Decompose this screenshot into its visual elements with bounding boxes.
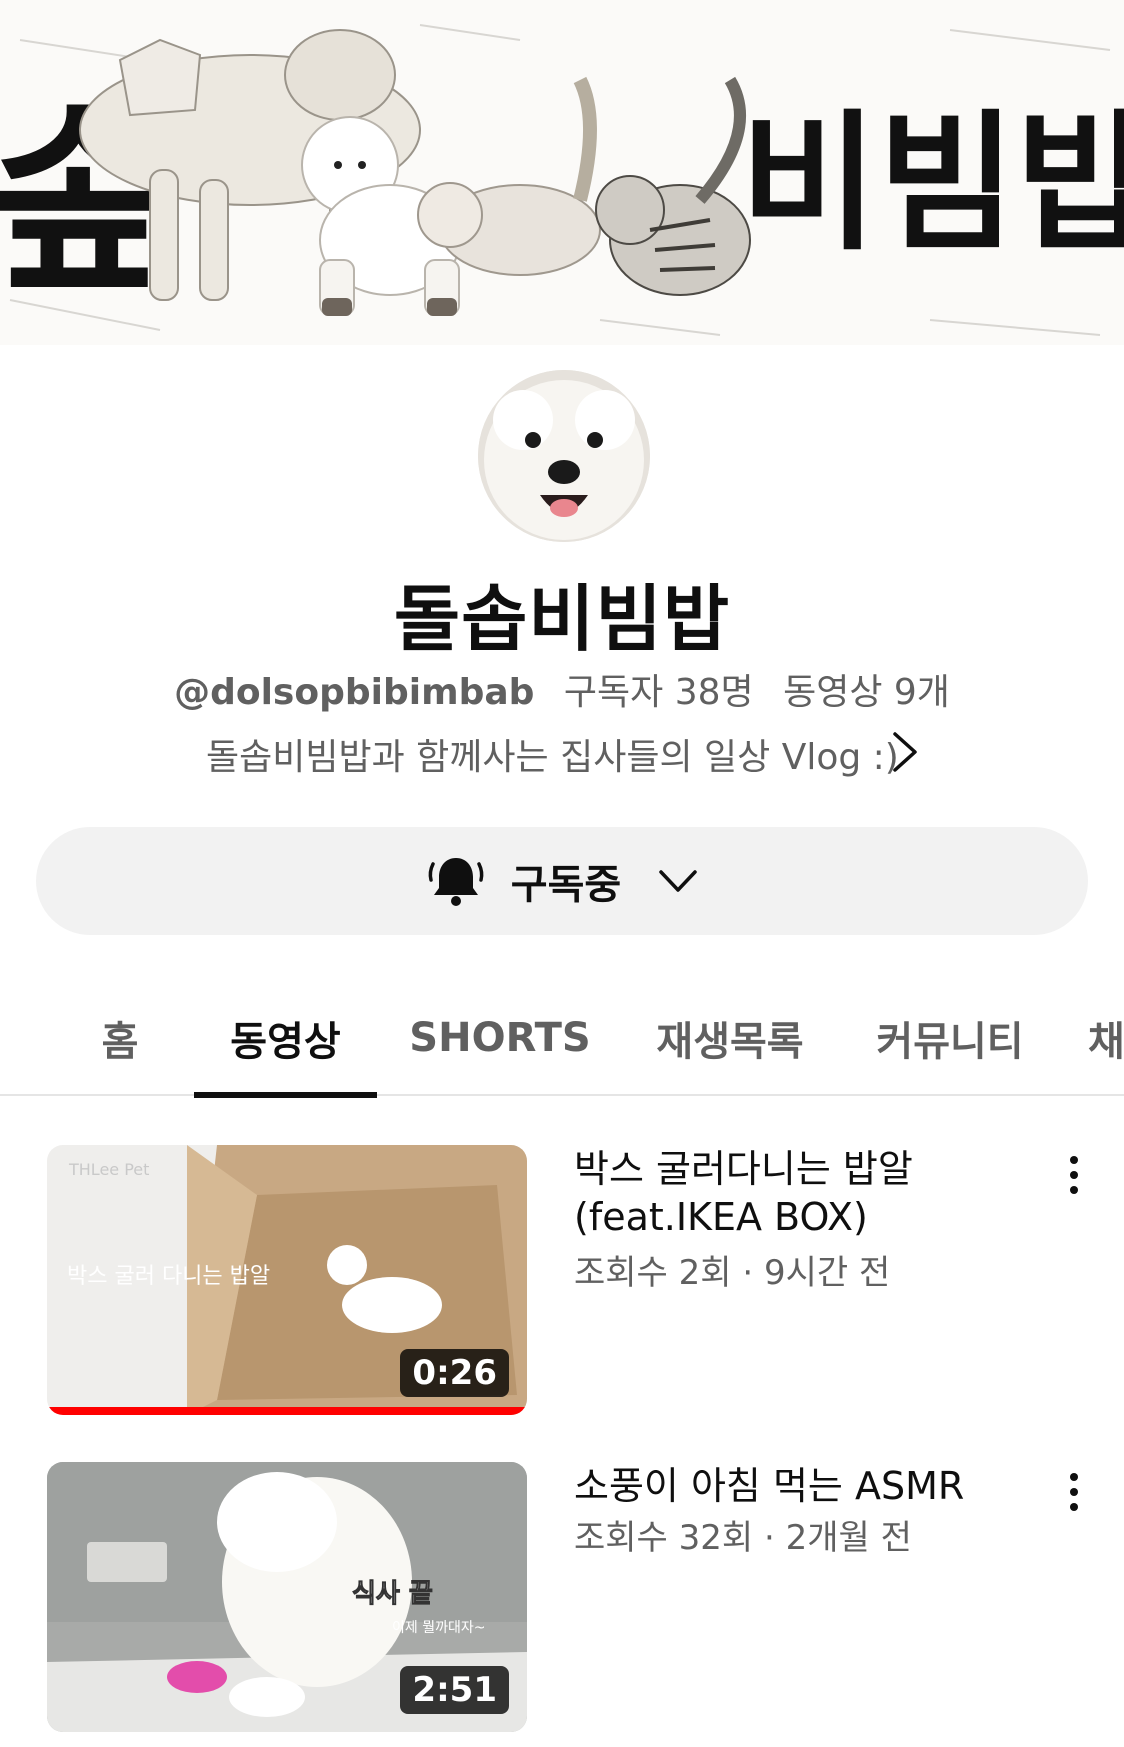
thumb-caption: 식사 끝 [352,1579,433,1609]
more-options-icon[interactable] [1060,1467,1088,1517]
video-duration: 0:26 [400,1349,509,1397]
video-item[interactable]: 식사 끝 이제 뭘까대자~ 2:51 소풍이 아침 먹는 ASMR 조회수 32… [0,1462,1124,1747]
more-options-icon[interactable] [1060,1150,1088,1200]
watch-progress-bar [47,1407,527,1415]
channel-description[interactable]: 돌솝비빔밥과 함께사는 집사들의 일상 Vlog :) [206,728,946,780]
video-item[interactable]: THLee Pet 박스 굴러 다니는 밥알 0:26 박스 굴러다니는 밥알 … [0,1145,1124,1435]
chevron-down-icon [659,870,697,892]
video-title-line1: 박스 굴러다니는 밥알 [574,1147,913,1191]
tab-videos[interactable]: 동영상 [194,980,377,1098]
thumb-subcaption: 이제 뭘까대자~ [392,1620,485,1636]
bell-icon [428,858,484,906]
svg-text:비빔밥: 비빔밥 [740,97,1124,271]
thumb-caption: 박스 굴러 다니는 밥알 [67,1264,270,1289]
subscribed-button[interactable]: 구독중 [36,827,1088,935]
subscribed-label: 구독중 [510,862,622,908]
video-meta: 조회수 2회 · 9시간 전 [574,1253,891,1293]
chevron-right-icon[interactable] [885,730,925,774]
subscriber-count: 구독자 38명 [563,672,754,713]
tab-home[interactable]: 홈 [60,980,180,1096]
video-title-line2: (feat.IKEA BOX) [574,1195,868,1239]
tab-community[interactable]: 커뮤니티 [860,980,1040,1096]
video-title[interactable]: 소풍이 아침 먹는 ASMR [574,1462,1014,1510]
channel-handle: @dolsopbibimbab [174,672,535,713]
video-thumbnail[interactable]: THLee Pet 박스 굴러 다니는 밥알 0:26 [47,1145,527,1415]
video-duration: 2:51 [400,1666,509,1714]
channel-meta: @dolsopbibimbab 구독자 38명 동영상 9개 [0,663,1124,715]
video-thumbnail[interactable]: 식사 끝 이제 뭘까대자~ 2:51 [47,1462,527,1732]
dog-avatar-image [478,370,650,542]
video-count: 동영상 9개 [783,672,950,713]
tab-shorts[interactable]: SHORTS [400,980,600,1096]
tab-channels[interactable]: 채 [1088,980,1124,1096]
channel-name: 돌솝비빔밥 [393,577,731,661]
thumb-watermark: THLee Pet [68,1160,149,1179]
channel-banner: 솦 비빔밥 [0,0,1124,345]
channel-avatar[interactable] [478,370,650,542]
channel-tabs: 홈 동영상 SHORTS 재생목록 커뮤니티 채 [0,980,1124,1098]
tab-playlists[interactable]: 재생목록 [640,980,820,1096]
banner-illustration: 솦 비빔밥 [0,0,1124,345]
video-title-line1: 소풍이 아침 먹는 ASMR [574,1464,965,1508]
video-meta: 조회수 32회 · 2개월 전 [574,1518,912,1558]
video-title[interactable]: 박스 굴러다니는 밥알 (feat.IKEA BOX) [574,1145,1014,1241]
